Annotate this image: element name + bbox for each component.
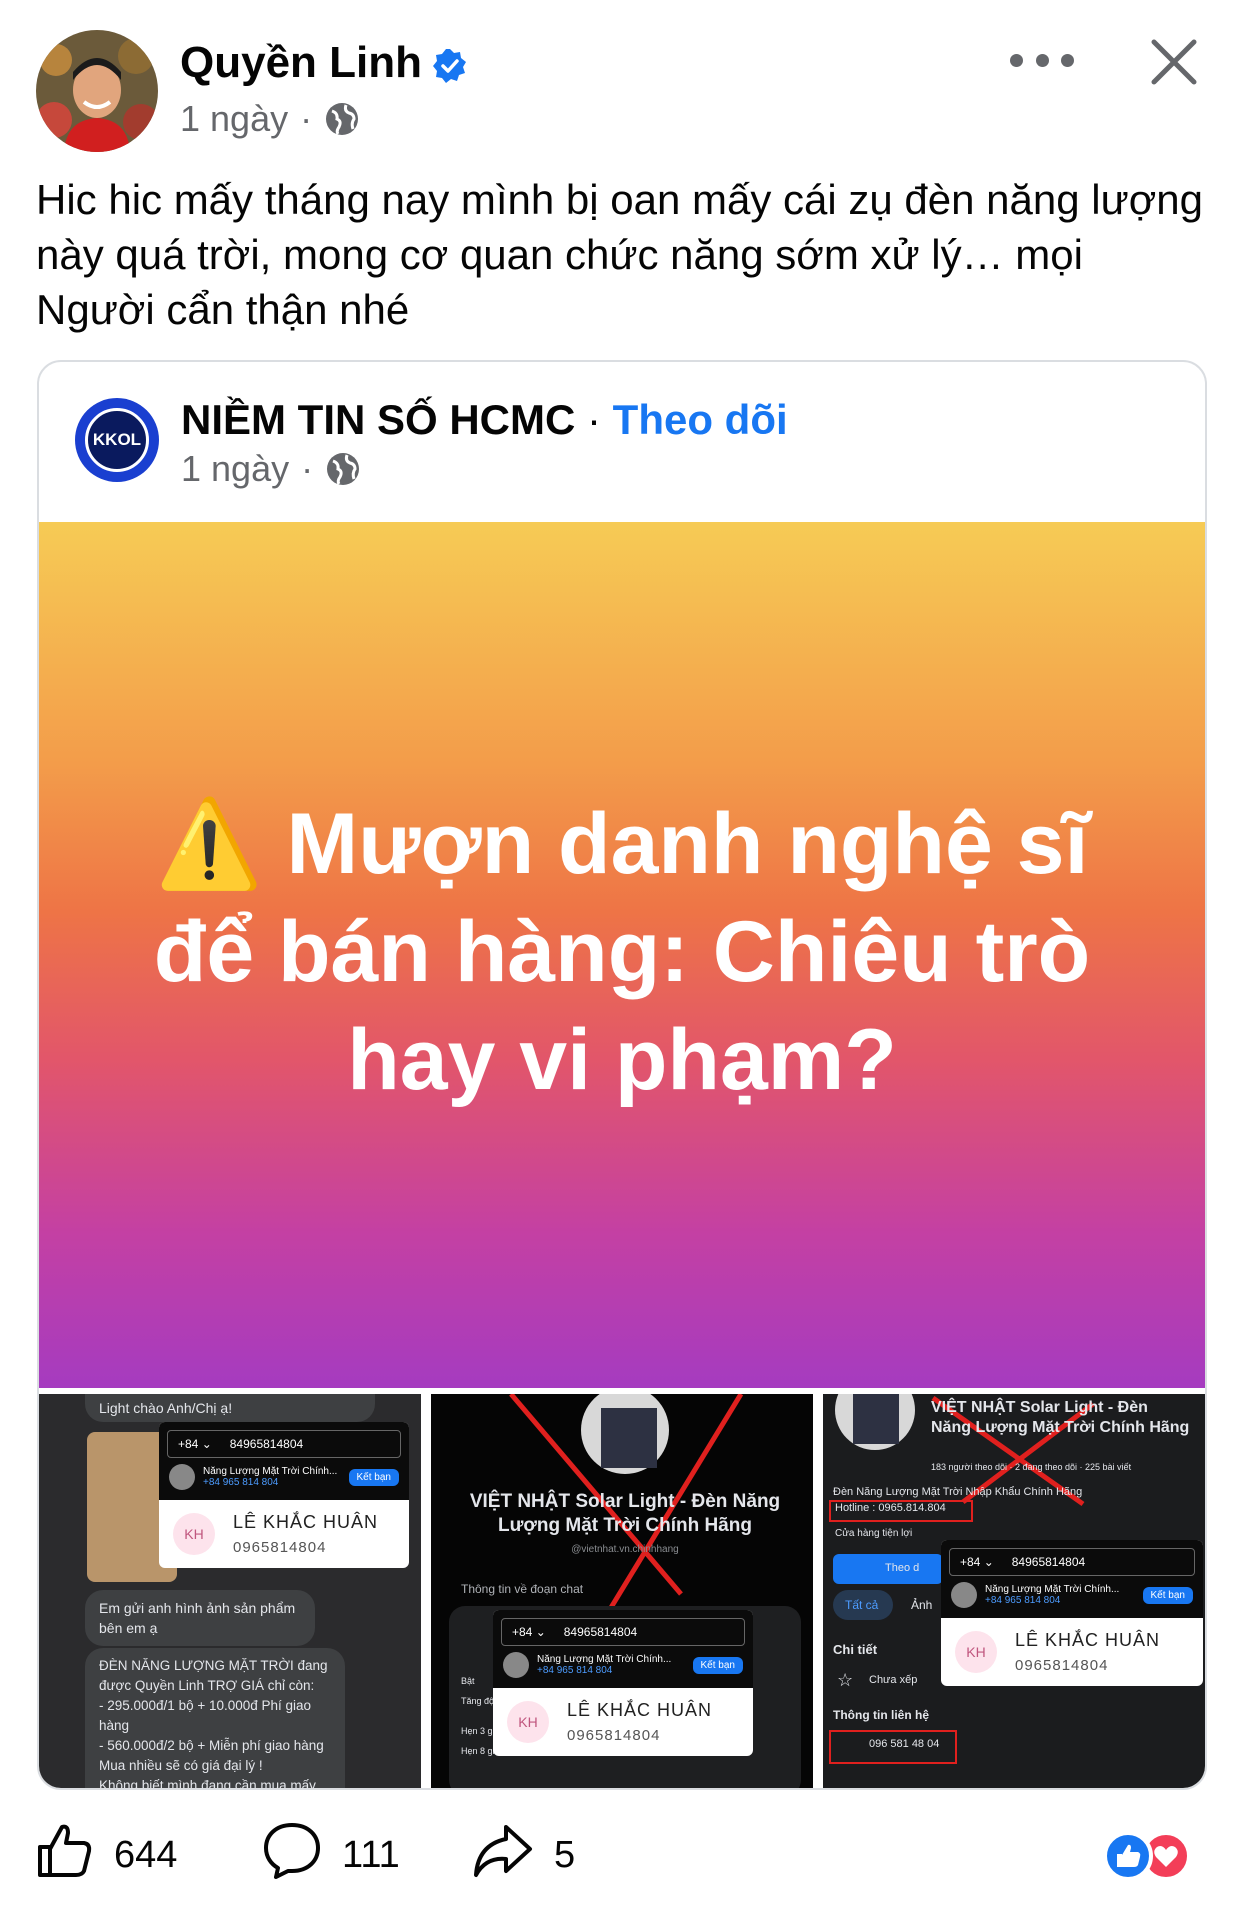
phone-lookup-popup: +84 ⌄ 84965814804 Năng Lượng Mặt Trời Chí… [941, 1540, 1203, 1686]
follow-link[interactable]: Theo dõi [613, 396, 788, 443]
tab-photo[interactable]: Ảnh [911, 1598, 932, 1612]
share-count: 5 [554, 1833, 576, 1876]
phone-lookup-popup: +84 ⌄ 84965814804 Năng Lượng Mặt Trời Chí… [159, 1422, 409, 1568]
share-icon [472, 1821, 534, 1889]
page-name[interactable]: NIỀM TIN SỐ HCMC [181, 396, 575, 443]
verified-badge-icon [432, 48, 468, 84]
close-icon[interactable] [1148, 36, 1200, 88]
post-actions-bar: 644 111 5 [36, 1820, 1206, 1890]
chat-bubble-photos: Em gửi anh hình ảnh sản phẩm bên em ạ [85, 1590, 315, 1646]
image-thumbnails: Light chào Anh/Chị ạ! +84 ⌄ 84965814804 N… [39, 1394, 1205, 1788]
shared-meta: 1 ngày · [181, 448, 361, 490]
like-count: 644 [114, 1833, 178, 1876]
post-time[interactable]: 1 ngày [180, 98, 288, 140]
contact-phone: 096 581 48 04 [869, 1738, 940, 1750]
details-heading: Chi tiết [833, 1642, 878, 1657]
thumbnail-fake-profile[interactable]: VIỆT NHẬT Solar Light - Đèn Năng Lượng M… [823, 1394, 1205, 1788]
setting-label: Tăng độ [461, 1696, 495, 1706]
chat-info-heading: Thông tin về đoạn chat [461, 1582, 584, 1596]
profile-title: VIỆT NHẬT Solar Light - Đèn Năng Lượng M… [931, 1399, 1190, 1436]
contact-heading: Thông tin liên hệ [833, 1708, 929, 1722]
shared-page-header: NIỀM TIN SỐ HCMC · Theo dõi [181, 396, 788, 444]
chat-bubble-greeting: Light chào Anh/Chị ạ! [85, 1394, 375, 1422]
thumbnail-fake-page[interactable]: VIỆT NHẬT Solar Light - Đèn Năng Lượng M… [431, 1394, 813, 1788]
page-avatar-logo: KKOL [85, 408, 149, 472]
fake-page-handle: @vietnhat.vn.chinhhang [571, 1544, 679, 1555]
like-button[interactable]: 644 [36, 1820, 177, 1890]
separator-dot: · [587, 396, 601, 443]
globe-icon [324, 101, 360, 137]
follow-button-label: Theo d [885, 1562, 920, 1574]
page-avatar[interactable]: KKOL [75, 398, 159, 482]
globe-icon [325, 451, 361, 487]
profile-stats: 183 người theo dõi · 2 đang theo dõi · 2… [931, 1462, 1132, 1472]
shared-time[interactable]: 1 ngày [181, 448, 289, 490]
hotline-text: Hotline : 0965.814.804 [835, 1502, 946, 1514]
comment-icon [262, 1821, 322, 1889]
phone-lookup-popup: +84 ⌄ 84965814804 Năng Lượng Mặt Trời Chí… [493, 1610, 753, 1756]
author-name[interactable]: Quyền Linh [180, 38, 422, 88]
thumbnail-chat-screenshot[interactable]: Light chào Anh/Chị ạ! +84 ⌄ 84965814804 N… [39, 1394, 421, 1788]
setting-label: Bật [461, 1676, 475, 1686]
gradient-banner[interactable]: ⚠️ Mượn danh nghệ sĩ để bán hàng: Chiêu … [39, 522, 1205, 1388]
store-category: Cửa hàng tiện lợi [835, 1528, 913, 1539]
more-options-icon[interactable] [1010, 40, 1074, 80]
star-icon: ☆ [837, 1670, 854, 1690]
post-text: Hic hic mấy tháng nay mình bị oan mấy cá… [36, 176, 1203, 333]
author-avatar[interactable] [36, 30, 158, 152]
post-meta: 1 ngày · [180, 98, 360, 140]
fake-page-title: VIỆT NHẬT Solar Light - Đèn Năng Lượng M… [469, 1491, 781, 1536]
shared-post-card[interactable]: KKOL NIỀM TIN SỐ HCMC · Theo dõi 1 ngày … [37, 360, 1207, 1790]
profile-description: Đèn Năng Lượng Mặt Trời Nhập Khẩu Chính … [833, 1486, 1083, 1498]
comment-button[interactable]: 111 [262, 1820, 400, 1890]
comment-count: 111 [342, 1833, 400, 1876]
rating-text: Chưa xếp [869, 1674, 918, 1686]
chat-bubble-price: ĐÈN NĂNG LƯỢNG MẶT TRỜI đang được Quyền … [85, 1648, 345, 1788]
tab-all-label: Tất cả [845, 1598, 879, 1612]
share-button[interactable]: 5 [472, 1820, 575, 1890]
reaction-icons[interactable] [1102, 1830, 1192, 1882]
like-icon [36, 1821, 94, 1889]
banner-title: ⚠️ Mượn danh nghệ sĩ để bán hàng: Chiêu … [153, 796, 1091, 1108]
